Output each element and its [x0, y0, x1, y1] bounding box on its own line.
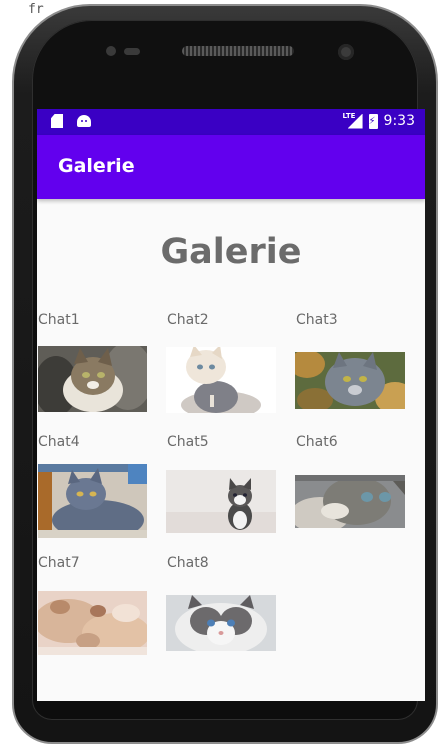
gallery-cell: Chat3: [296, 310, 406, 330]
cat-label: Chat4: [38, 434, 80, 450]
app-bar: Galerie: [37, 135, 425, 199]
front-camera: [338, 44, 354, 60]
background-text-fragment: fr: [28, 2, 44, 17]
sd-card-icon: [51, 114, 63, 128]
gallery-cell: Chat6: [296, 432, 406, 452]
page-heading: Galerie: [160, 232, 302, 272]
status-bar: LTE 9:33: [37, 109, 425, 135]
cat-photo-8[interactable]: [166, 595, 276, 651]
cat-photo-2[interactable]: [166, 347, 276, 413]
gallery-cell: Chat4: [38, 432, 148, 452]
signal-icon: LTE: [342, 111, 363, 129]
cat-label: Chat3: [296, 312, 338, 328]
gallery-cell: Chat2: [167, 310, 277, 330]
app-bar-title: Galerie: [58, 155, 135, 177]
gallery-cell: Chat5: [167, 432, 277, 452]
gallery-cell: Chat8: [167, 553, 277, 573]
cat-photo-7[interactable]: [38, 591, 147, 655]
status-time: 9:33: [383, 113, 415, 129]
cat-photo-4[interactable]: [38, 464, 147, 538]
battery-charging-icon: [368, 113, 378, 129]
cat-label: Chat8: [167, 555, 209, 571]
cat-label: Chat1: [38, 312, 80, 328]
proximity-sensor: [106, 46, 116, 56]
light-sensor: [124, 48, 140, 55]
cat-photo-1[interactable]: [38, 346, 147, 412]
cat-photo-3[interactable]: [295, 352, 405, 409]
device-screen: LTE 9:33 Galerie Galerie Chat1 Chat2: [37, 109, 425, 701]
cat-photo-5[interactable]: [166, 470, 276, 533]
cat-label: Chat2: [167, 312, 209, 328]
earpiece-speaker: [182, 46, 294, 56]
gallery-cell: Chat1: [38, 310, 148, 330]
cat-label: Chat7: [38, 555, 80, 571]
android-debug-icon: [77, 115, 91, 127]
cat-label: Chat6: [296, 434, 338, 450]
gallery-cell: Chat7: [38, 553, 148, 573]
lte-label: LTE: [342, 111, 356, 120]
cat-photo-6[interactable]: [295, 475, 405, 528]
cat-label: Chat5: [167, 434, 209, 450]
